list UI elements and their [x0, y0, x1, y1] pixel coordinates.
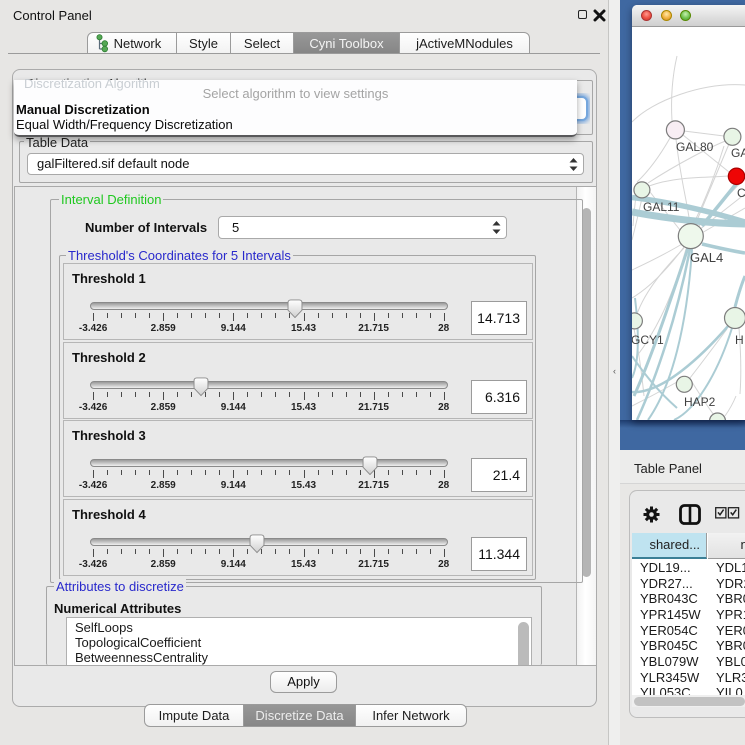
svg-text:C: C [737, 186, 745, 200]
svg-text:GAL80: GAL80 [676, 140, 714, 154]
svg-text:H: H [735, 333, 744, 347]
svg-text:GAL4: GAL4 [690, 250, 723, 265]
svg-text:GAL11: GAL11 [643, 200, 680, 214]
svg-text:GCY1: GCY1 [632, 333, 664, 347]
svg-text:GA: GA [731, 146, 745, 160]
svg-text:HAP2: HAP2 [684, 395, 716, 409]
